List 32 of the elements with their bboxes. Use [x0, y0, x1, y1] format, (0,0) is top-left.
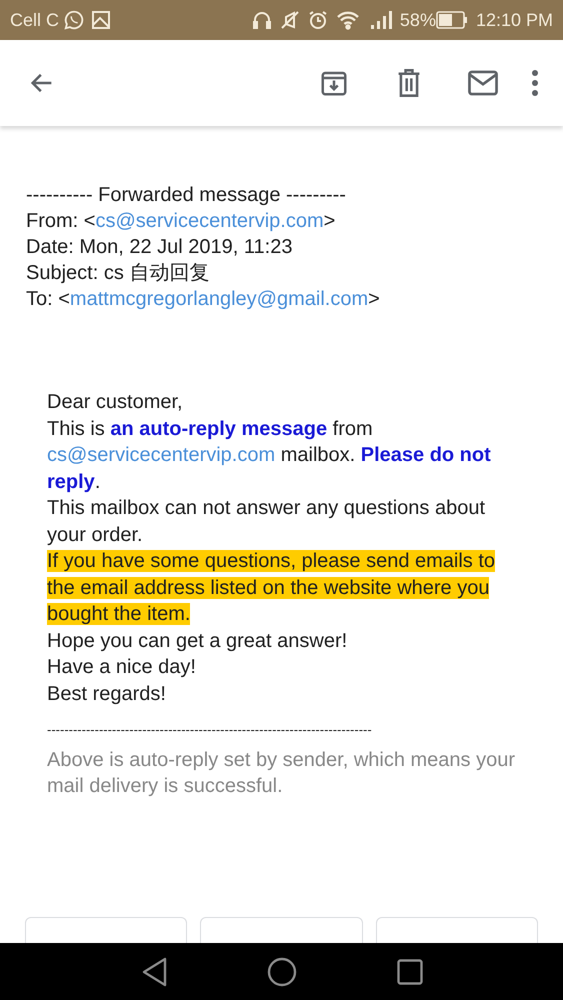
battery-icon — [436, 11, 468, 29]
header-line: From: <cs@servicecentervip.com> — [26, 209, 336, 234]
back-nav-icon[interactable] — [140, 956, 166, 986]
clock-time: 12:10 PM — [476, 8, 553, 32]
header-line: To: <mattmcgregorlangley@gmail.com> — [26, 287, 380, 312]
email-link[interactable]: cs@servicecentervip.com — [95, 210, 324, 232]
message-paragraph: If you have some questions, please send emails to the email address listed on the website where you bought the item. — [47, 549, 496, 627]
home-nav-icon[interactable] — [266, 956, 296, 986]
chat-bubble-icon — [63, 9, 86, 31]
mute-icon — [280, 10, 300, 30]
message-paragraph: This is an auto-reply message from cs@servicecentervip.com mailbox. Please do not reply. — [47, 416, 492, 494]
recents-nav-icon[interactable] — [396, 958, 422, 984]
carrier-name: Cell C — [10, 8, 60, 32]
email-link[interactable]: mattmcgregorlangley@gmail.com — [70, 288, 368, 310]
email-link[interactable]: cs@servicecentervip.com — [47, 444, 276, 466]
headphones-icon — [252, 10, 272, 30]
message-paragraph: Have a nice day! — [47, 655, 197, 680]
header-line: ---------- Forwarded message --------- — [26, 183, 346, 208]
message-paragraph: Best regards! — [47, 682, 167, 706]
separator-line: --------------------------------------------------------------------------- — [47, 723, 373, 737]
alarm-icon — [308, 10, 328, 30]
battery-percent: 58% — [400, 8, 436, 32]
message-paragraph: Dear customer, — [47, 390, 184, 415]
more-icon[interactable] — [532, 70, 538, 96]
message-paragraph: Hope you can get a great answer! — [47, 628, 348, 654]
wifi-icon — [336, 10, 360, 30]
header-line: Date: Mon, 22 Jul 2019, 11:23 — [26, 235, 292, 260]
footer-note: Above is auto-reply set by sender, which means your mail delivery is successful. — [47, 748, 516, 799]
signal-icon — [370, 10, 392, 30]
message-paragraph: This mailbox can not answer any questions about your order. — [47, 496, 486, 548]
image-icon — [91, 10, 112, 30]
header-line: Subject: cs 自动回复 — [26, 261, 210, 286]
